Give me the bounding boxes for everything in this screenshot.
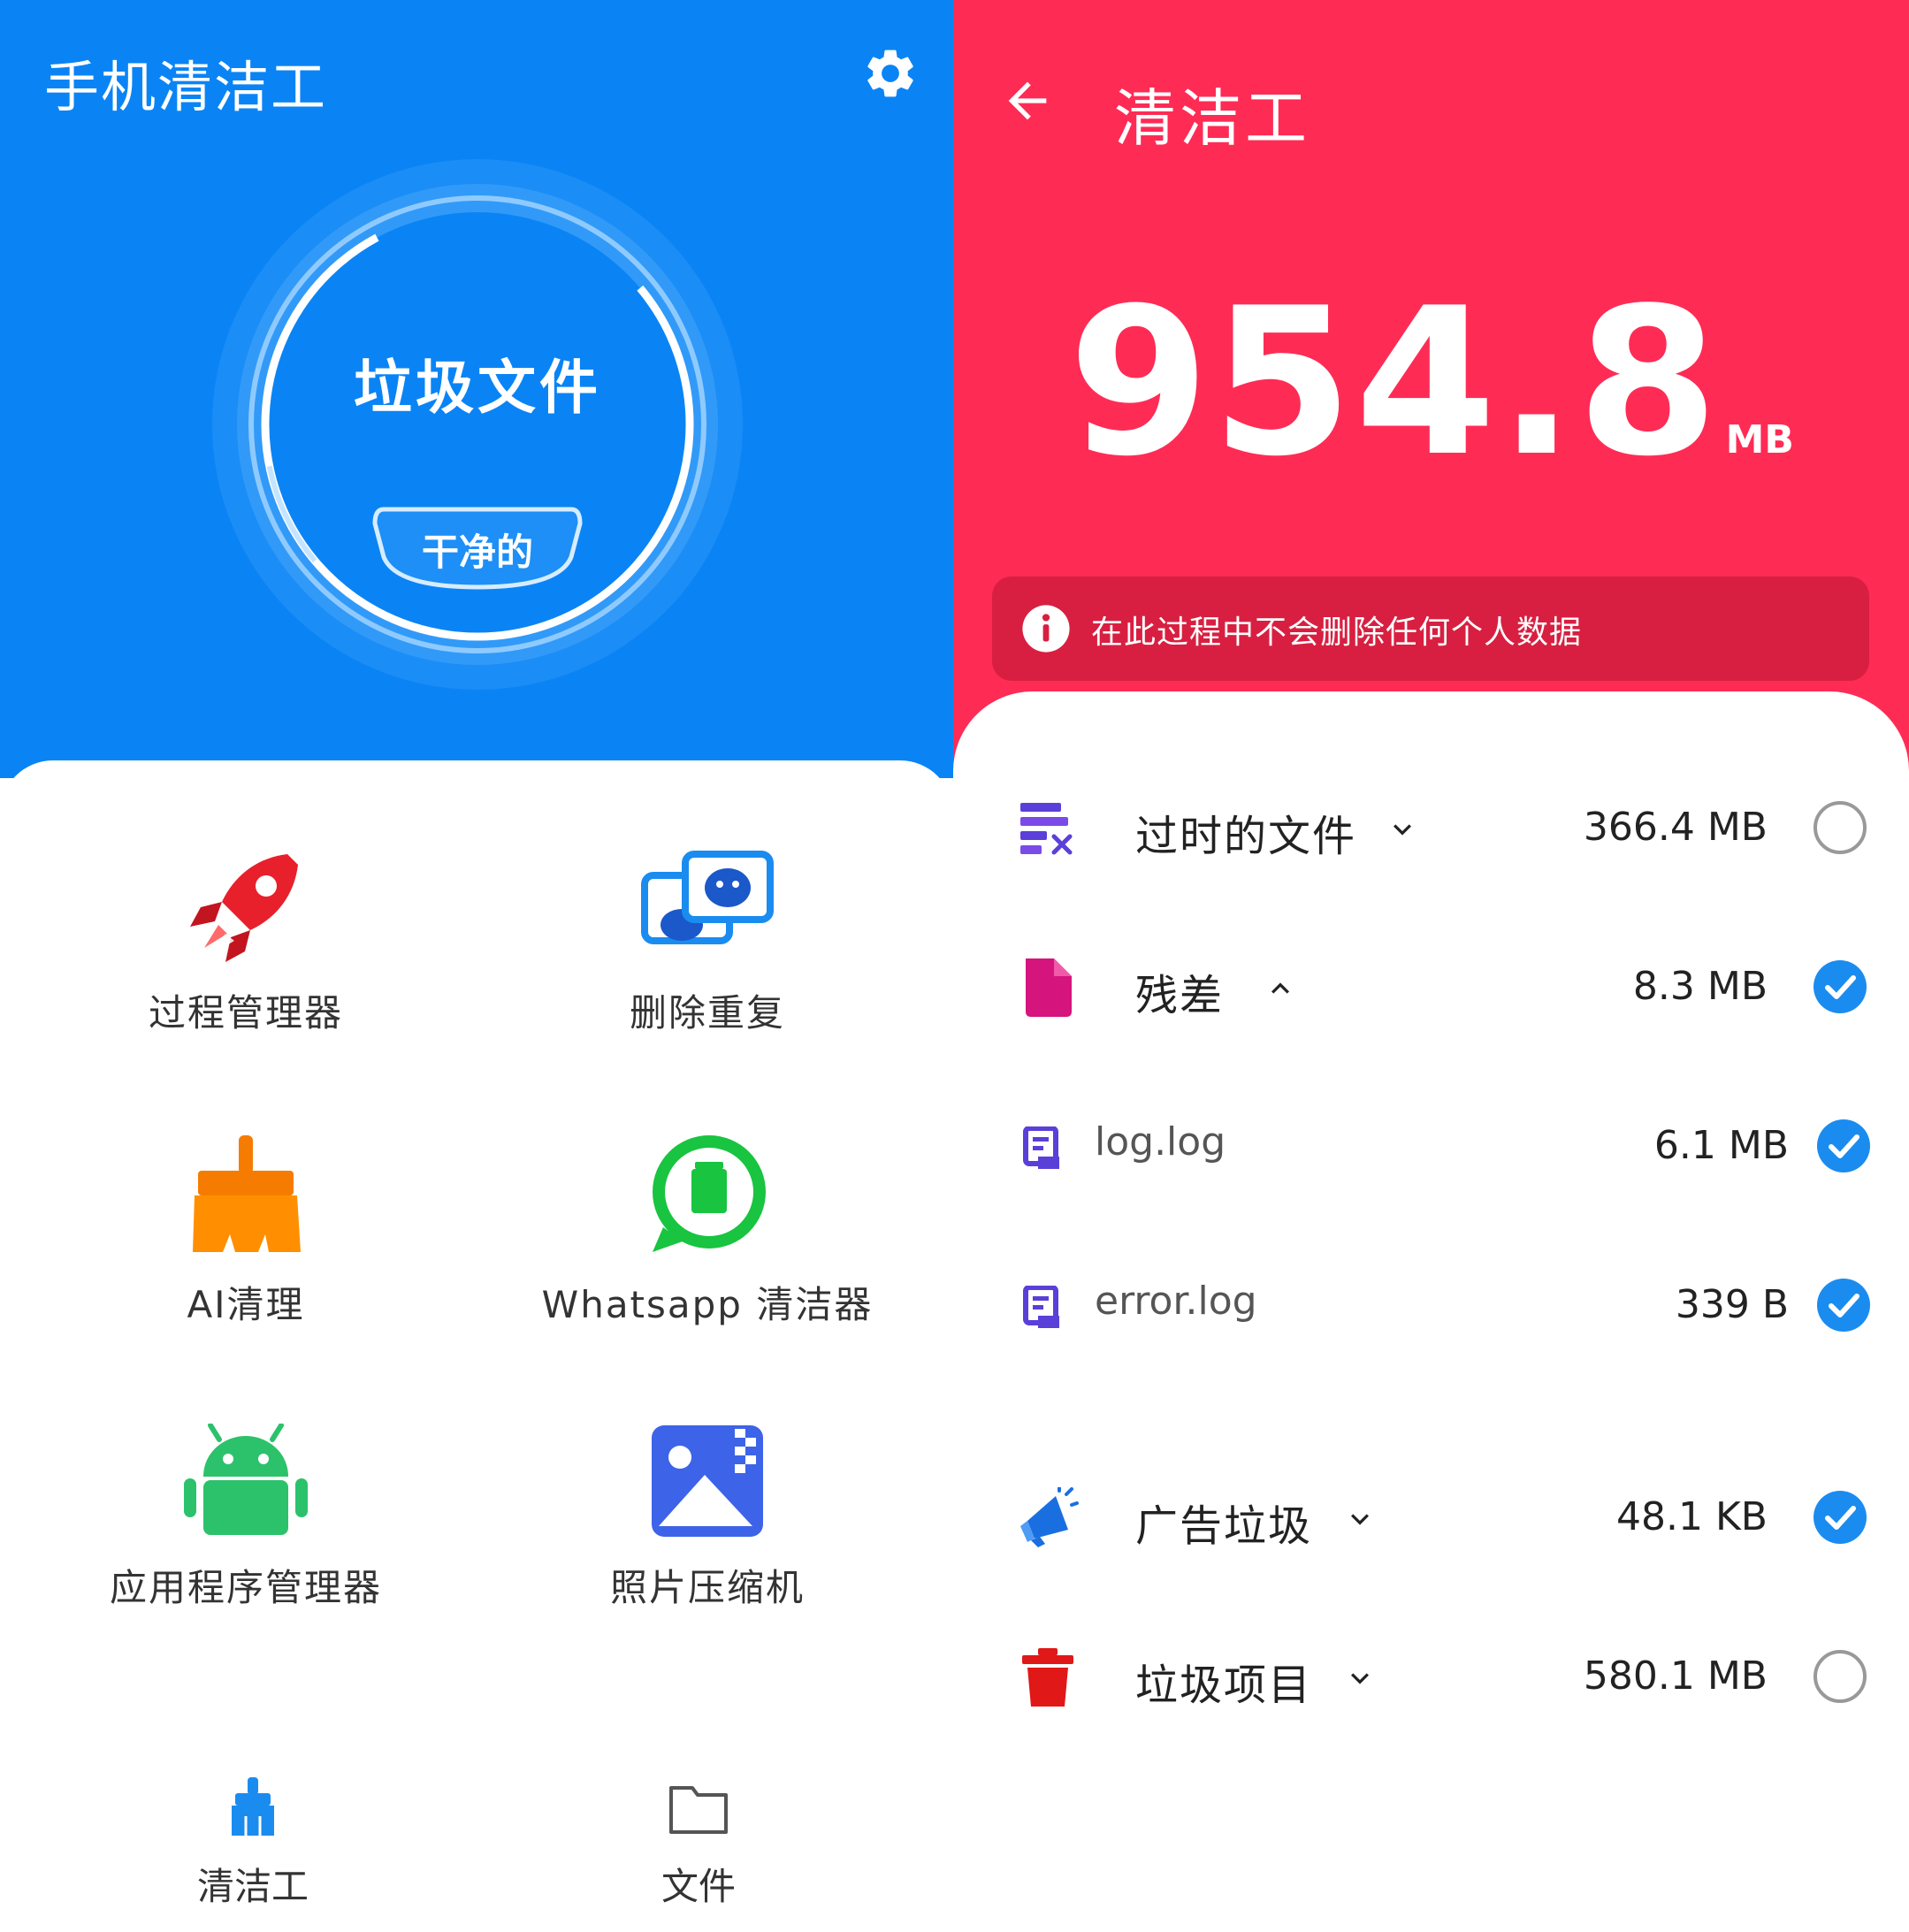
log-file-icon <box>1023 1126 1059 1169</box>
tile-app-manager[interactable]: 应用程序管理器 <box>16 1424 476 1689</box>
tile-label: AI清理 <box>187 1283 305 1326</box>
checked-circle-icon[interactable] <box>1815 1277 1872 1333</box>
category-size: 580.1 MB <box>1583 1653 1768 1699</box>
nav-tab-label: 清洁工 <box>196 1865 309 1908</box>
category-label: 垃圾项目 <box>1135 1661 1313 1710</box>
photo-zip-icon <box>652 1425 763 1537</box>
whatsapp-clean-icon <box>653 1135 766 1252</box>
checked-circle-icon[interactable] <box>1812 958 1868 1015</box>
junk-category-residual[interactable]: 残差 8.3 MB <box>953 934 1909 1040</box>
screen-title: 清洁工 <box>1114 82 1310 155</box>
junk-list-card: 过时的文件 366.4 MB 残差 8.3 MB log.log 6.1 MB … <box>953 691 1909 1932</box>
tile-label: 删除重复 <box>629 991 785 1035</box>
nav-tab-files[interactable]: 文件 <box>539 1777 858 1932</box>
tile-remove-duplicates[interactable]: 删除重复 <box>477 849 937 1114</box>
tile-label: Whatsapp 清洁器 <box>541 1283 874 1326</box>
unchecked-circle-icon[interactable] <box>1812 799 1868 856</box>
tile-label: 应用程序管理器 <box>109 1566 382 1609</box>
chevron-down-icon[interactable] <box>1342 1661 1378 1696</box>
rocket-icon <box>190 854 298 962</box>
chevron-down-icon[interactable] <box>1342 1501 1378 1537</box>
category-size: 366.4 MB <box>1583 805 1768 850</box>
file-name: error.log <box>1095 1279 1257 1324</box>
file-size: 339 B <box>1675 1282 1789 1327</box>
tile-label: 照片压缩机 <box>609 1566 805 1609</box>
category-label: 广告垃圾 <box>1135 1501 1313 1551</box>
tile-label: 过程管理器 <box>148 991 343 1035</box>
log-file-icon <box>1023 1286 1059 1328</box>
tools-card: 过程管理器 删除重复 AI清理 Whatsapp 清洁器 应用程序管理器 照片压… <box>0 760 953 1932</box>
junk-category-trash-items[interactable]: 垃圾项目 580.1 MB <box>953 1623 1909 1730</box>
junk-scan-screen: 清洁工 954.8 MB 在此过程中不会删除任何个人数据 过时的文件 366.4… <box>953 0 1909 1932</box>
junk-total-value: 954.8 <box>1068 265 1721 501</box>
privacy-notice-text: 在此过程中不会删除任何个人数据 <box>1091 615 1583 651</box>
checked-circle-icon[interactable] <box>1812 1489 1868 1546</box>
gauge-title: 垃圾文件 <box>354 354 601 422</box>
checked-circle-icon[interactable] <box>1815 1118 1872 1174</box>
chevron-up-icon[interactable] <box>1263 971 1298 1006</box>
junk-total-unit: MB <box>1725 417 1794 462</box>
tile-ai-clean[interactable]: AI清理 <box>16 1132 476 1397</box>
category-size: 48.1 KB <box>1616 1494 1768 1539</box>
junk-file-row[interactable]: log.log 6.1 MB <box>953 1093 1909 1199</box>
tile-process-manager[interactable]: 过程管理器 <box>16 849 476 1114</box>
duplicate-photos-icon <box>641 851 774 944</box>
status-badge-label: 干净的 <box>421 531 533 574</box>
junk-category-obsolete-files[interactable]: 过时的文件 366.4 MB <box>953 775 1909 881</box>
brush-icon <box>232 1777 274 1836</box>
file-name: log.log <box>1095 1119 1226 1165</box>
tile-photo-compressor[interactable]: 照片压缩机 <box>477 1424 937 1689</box>
privacy-notice: 在此过程中不会删除任何个人数据 <box>992 577 1869 681</box>
android-icon <box>184 1424 308 1535</box>
residual-file-icon <box>1026 958 1072 1017</box>
tile-whatsapp-cleaner[interactable]: Whatsapp 清洁器 <box>477 1132 937 1397</box>
file-size: 6.1 MB <box>1653 1123 1789 1168</box>
broom-icon <box>193 1135 301 1252</box>
junk-total: 954.8 MB <box>953 265 1909 501</box>
settings-gear-icon[interactable] <box>861 44 920 103</box>
info-icon <box>1022 605 1070 653</box>
megaphone-icon <box>1020 1487 1079 1547</box>
folder-icon <box>669 1786 728 1834</box>
nav-tab-cleaner[interactable]: 清洁工 <box>94 1777 412 1932</box>
junk-file-row[interactable]: error.log 339 B <box>953 1252 1909 1358</box>
chevron-down-icon[interactable] <box>1385 812 1420 847</box>
obsolete-files-icon <box>1020 803 1073 855</box>
unchecked-circle-icon[interactable] <box>1812 1648 1868 1705</box>
back-arrow-icon[interactable] <box>999 73 1056 129</box>
trash-icon <box>1022 1648 1073 1707</box>
cleaner-home-screen: 手机清洁工 垃圾文件 干净的 过程管理器 删除重复 AI清理 Whatsapp … <box>0 0 953 1932</box>
app-title: 手机清洁工 <box>44 55 328 119</box>
category-size: 8.3 MB <box>1632 964 1768 1009</box>
category-label: 残差 <box>1135 971 1225 1020</box>
category-label: 过时的文件 <box>1135 812 1357 861</box>
nav-tab-label: 文件 <box>661 1865 736 1908</box>
junk-category-ad-junk[interactable]: 广告垃圾 48.1 KB <box>953 1464 1909 1570</box>
